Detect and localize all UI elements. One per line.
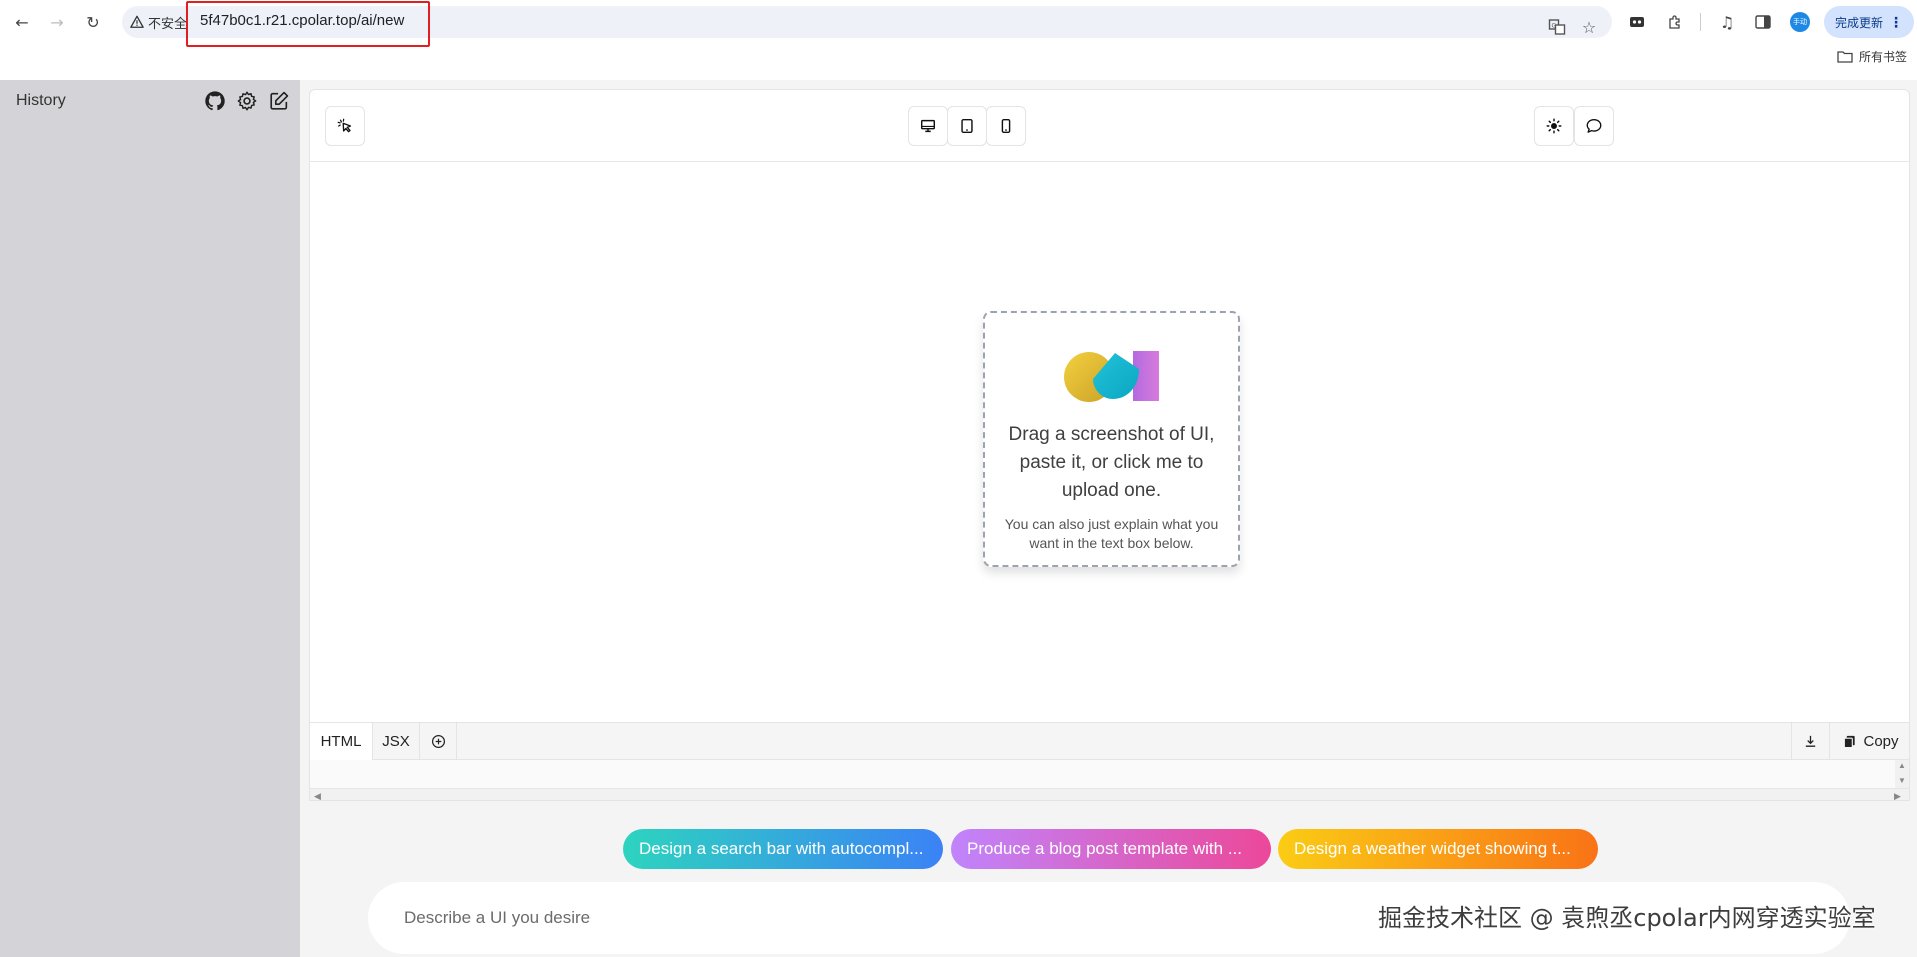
element-picker-button[interactable] xyxy=(325,106,365,146)
code-editor[interactable] xyxy=(310,760,1909,788)
extension-app-icon[interactable] xyxy=(1624,9,1650,35)
all-bookmarks[interactable]: 所有书签 xyxy=(1837,48,1907,65)
more-vert-icon: ⋮ xyxy=(1889,13,1903,30)
bookmark-star-icon[interactable]: ☆ xyxy=(1578,16,1600,38)
svg-text:G: G xyxy=(1552,23,1557,30)
code-vertical-scrollbar[interactable]: ▲ ▼ xyxy=(1895,760,1909,788)
code-tabs-bar: HTML JSX Copy xyxy=(310,722,1909,760)
copy-icon xyxy=(1844,735,1856,749)
dropzone-sub-text: You can also just explain what you want … xyxy=(1004,516,1219,551)
desktop-icon xyxy=(920,119,936,133)
profile-avatar[interactable]: 手动 xyxy=(1790,12,1810,32)
browser-chrome: ← → ↻ 不安全 G ☆ 5f47b0c1.r21.cpolar.top/ai… xyxy=(0,0,1917,80)
history-sidebar: History xyxy=(0,80,300,957)
forward-icon[interactable]: → xyxy=(43,8,71,36)
mobile-icon xyxy=(1001,118,1011,134)
suggestion-chip-search-bar[interactable]: Design a search bar with autocompl... xyxy=(623,829,943,869)
cursor-click-icon xyxy=(337,118,352,133)
scroll-up-icon[interactable]: ▲ xyxy=(1898,761,1906,770)
prompt-input[interactable] xyxy=(404,902,1304,934)
copy-button[interactable]: Copy xyxy=(1829,723,1909,760)
folder-icon xyxy=(1837,51,1853,63)
preview-toolbar xyxy=(310,90,1909,162)
code-horizontal-scrollbar[interactable]: ◀ ▶ xyxy=(310,788,1909,800)
theme-toggle-button[interactable] xyxy=(1534,106,1574,146)
mobile-view-button[interactable] xyxy=(986,106,1026,146)
update-label: 完成更新 xyxy=(1834,15,1883,30)
tablet-view-button[interactable] xyxy=(947,106,987,146)
copy-label: Copy xyxy=(1863,733,1899,750)
sidebar-title: History xyxy=(16,92,66,109)
desktop-view-button[interactable] xyxy=(908,106,948,146)
plus-circle-icon xyxy=(431,734,445,749)
warning-icon xyxy=(130,15,144,28)
chat-button[interactable] xyxy=(1574,106,1614,146)
download-icon xyxy=(1805,735,1816,747)
bookmarks-label: 所有书签 xyxy=(1858,50,1907,64)
tab-jsx[interactable]: JSX xyxy=(373,723,420,760)
translate-icon[interactable]: G xyxy=(1546,16,1568,38)
scroll-right-icon[interactable]: ▶ xyxy=(1894,789,1901,800)
side-panel-icon[interactable] xyxy=(1750,9,1776,35)
toolbar-separator xyxy=(1700,13,1701,31)
upload-dropzone[interactable]: Drag a screenshot of UI, paste it, or cl… xyxy=(983,311,1240,567)
reload-icon[interactable]: ↻ xyxy=(79,8,107,36)
download-button[interactable] xyxy=(1791,723,1829,760)
new-chat-edit-icon[interactable] xyxy=(268,90,290,112)
tab-html[interactable]: HTML xyxy=(310,723,373,760)
chat-bubble-icon xyxy=(1586,119,1602,133)
extensions-puzzle-icon[interactable] xyxy=(1662,9,1688,35)
security-label: 不安全 xyxy=(148,15,188,31)
suggestion-chip-weather-widget[interactable]: Design a weather widget showing t... xyxy=(1278,829,1598,869)
sun-icon xyxy=(1546,118,1562,134)
scroll-down-icon[interactable]: ▼ xyxy=(1898,776,1906,785)
github-icon[interactable] xyxy=(204,90,226,112)
back-icon[interactable]: ← xyxy=(8,8,36,36)
scroll-left-icon[interactable]: ◀ xyxy=(314,789,321,800)
suggestion-chip-blog-post[interactable]: Produce a blog post template with ... xyxy=(951,829,1271,869)
media-controls-icon[interactable]: ♫ xyxy=(1714,9,1740,35)
update-button[interactable]: 完成更新 ⋮ xyxy=(1824,6,1914,38)
tablet-icon xyxy=(961,118,973,134)
main-area: Drag a screenshot of UI, paste it, or cl… xyxy=(300,80,1917,957)
preview-canvas: Drag a screenshot of UI, paste it, or cl… xyxy=(309,89,1910,801)
upload-illustration-icon xyxy=(1064,351,1159,402)
url-text[interactable]: 5f47b0c1.r21.cpolar.top/ai/new xyxy=(200,12,404,29)
watermark-text: 掘金技术社区 @ 袁煦丞cpolar内网穿透实验室 xyxy=(1378,904,1876,932)
dropzone-main-text: Drag a screenshot of UI, paste it, or cl… xyxy=(1008,424,1215,501)
security-indicator[interactable]: 不安全 xyxy=(130,6,187,38)
add-tab-button[interactable] xyxy=(420,723,457,760)
settings-gear-icon[interactable] xyxy=(236,90,258,112)
